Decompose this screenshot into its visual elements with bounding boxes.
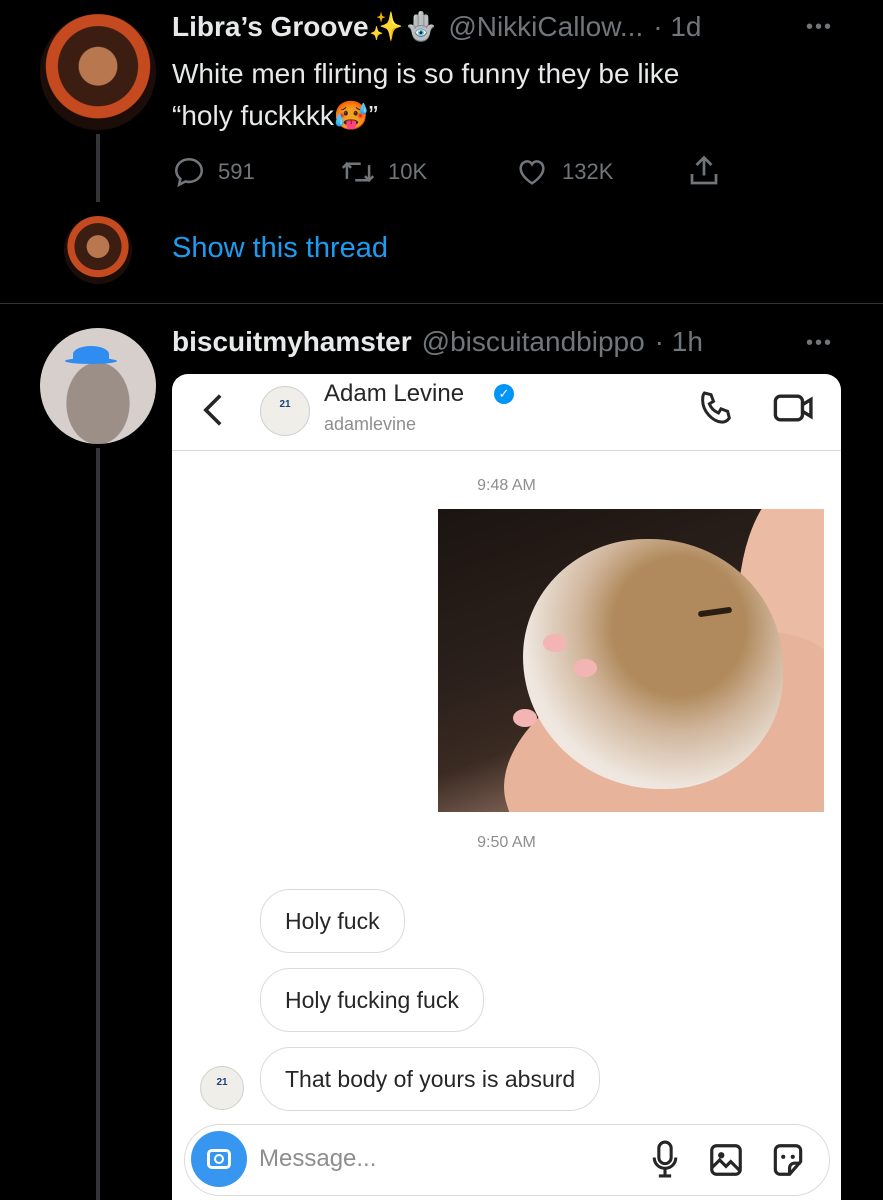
back-chevron-icon: [203, 394, 222, 426]
tweet1-header: Libra’s Groove✨🪬 @NikkiCallow... · 1d: [172, 10, 701, 43]
dm-header: 21 Adam Levine ✓ adamlevine: [172, 374, 841, 451]
sender-avatar: 21: [200, 1066, 244, 1110]
retweet-count: 10K: [388, 159, 428, 184]
reply-icon: [174, 157, 204, 188]
message-bubble: That body of yours is absurd: [260, 1047, 601, 1111]
like-count: 132K: [562, 159, 614, 184]
thread-avatar[interactable]: [64, 216, 132, 284]
phone-icon: [701, 391, 731, 424]
dm-screenshot-image[interactable]: 21 Adam Levine ✓ adamlevine 9:48 AM 9:50…: [172, 374, 841, 1200]
timestamp-2: 9:50 AM: [477, 834, 536, 851]
share-button[interactable]: [686, 152, 722, 190]
tweet2-header: biscuitmyhamster @biscuitandbippo · 1h: [172, 326, 703, 358]
more-icon[interactable]: •••: [806, 16, 833, 39]
thread-line: [96, 134, 100, 202]
thread-line-2: [96, 448, 100, 1200]
share-icon: [690, 155, 718, 185]
tweet1-time[interactable]: · 1d: [653, 11, 701, 43]
microphone-icon[interactable]: [649, 1139, 681, 1179]
verified-icon: ✓: [494, 384, 514, 404]
tweet2-avatar[interactable]: [40, 328, 156, 444]
tweet2-time[interactable]: · 1h: [655, 326, 703, 358]
tweet1-handle[interactable]: @NikkiCallow...: [448, 11, 643, 43]
show-thread-link[interactable]: Show this thread: [172, 232, 388, 265]
message-bubble: Holy fuck: [260, 889, 405, 953]
like-icon: [519, 160, 545, 185]
retweet-icon: [341, 161, 375, 183]
reply-count: 591: [218, 159, 255, 184]
timestamp-1: 9:48 AM: [477, 477, 536, 494]
video-icon: [773, 394, 813, 422]
contact-username: adamlevine: [324, 414, 417, 434]
sticker-icon[interactable]: [769, 1141, 807, 1179]
contact-avatar: 21: [260, 386, 310, 436]
tweet1-text-line2: “holy fuckkkk🥵”: [172, 100, 379, 131]
tweet2-display-name[interactable]: biscuitmyhamster: [172, 326, 412, 358]
camera-icon[interactable]: [191, 1131, 247, 1187]
tweet1-avatar[interactable]: [40, 14, 156, 130]
tweet2-handle[interactable]: @biscuitandbippo: [422, 326, 645, 358]
more-icon-2[interactable]: •••: [806, 332, 833, 355]
gallery-icon[interactable]: [707, 1141, 745, 1179]
tweet1-text-line1: White men flirting is so funny they be l…: [172, 58, 680, 89]
tweet-divider: [0, 303, 883, 304]
message-placeholder: Message...: [259, 1145, 377, 1172]
hat-graphic: [65, 346, 117, 364]
message-bubble: Holy fucking fuck: [260, 968, 484, 1032]
message-input-bar[interactable]: Message...: [184, 1124, 830, 1196]
like-button[interactable]: 132K: [514, 155, 613, 189]
hamster-photo: [438, 509, 824, 812]
tweet1-display-name[interactable]: Libra’s Groove✨🪬: [172, 10, 438, 43]
jersey-number: 21: [279, 399, 291, 410]
sender-jersey-number: 21: [216, 1077, 228, 1088]
retweet-button[interactable]: 10K: [340, 155, 427, 189]
contact-name: Adam Levine: [324, 380, 465, 407]
reply-button[interactable]: 591: [172, 155, 255, 189]
